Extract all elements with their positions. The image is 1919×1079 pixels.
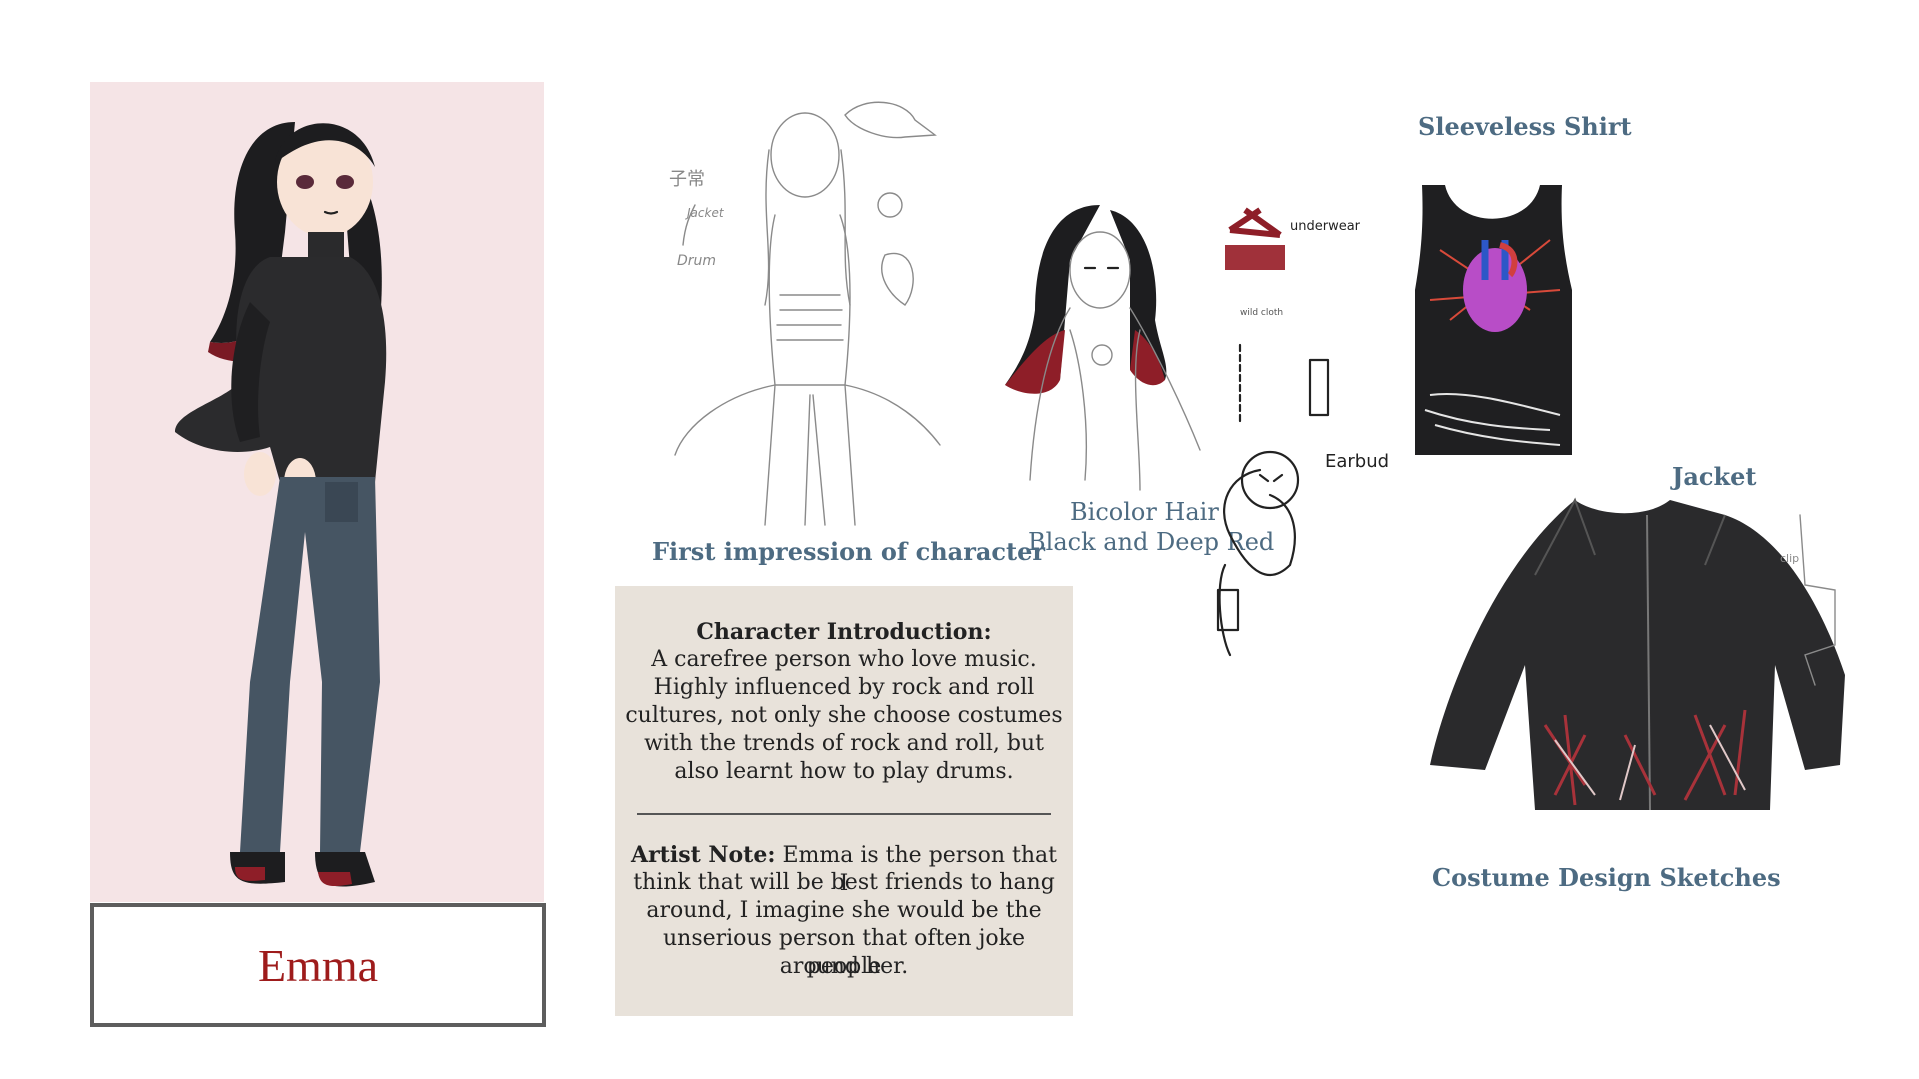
sketch-note-drum: Drum — [677, 253, 716, 269]
sketch-note-clip: clip — [1780, 552, 1799, 565]
character-portrait — [175, 122, 387, 887]
artist-note-heading: Artist Note: — [631, 842, 776, 868]
accessory-sketches: underwear wild cloth Earbud — [1216, 207, 1389, 657]
intro-heading: Character Introduction: — [696, 619, 992, 645]
character-name: Emma — [257, 939, 379, 991]
intro-line: A carefree person who love music. — [651, 647, 1037, 672]
character-intro-box: Character Introduction: A carefree perso… — [615, 586, 1073, 1016]
artist-note-line: think that will be best friends to hang — [633, 870, 1055, 895]
bicolor-label-line1: Bicolor Hair — [1070, 498, 1219, 526]
sketch-note-hanzi: 子常 — [669, 169, 705, 190]
bicolor-hair-sketch — [1005, 205, 1201, 491]
name-plate: Emma — [90, 903, 546, 1027]
section-divider — [637, 813, 1051, 815]
portrait-panel — [90, 82, 544, 902]
sleeveless-shirt-drawing — [1415, 185, 1572, 455]
intro-line: with the trends of rock and roll, but — [644, 731, 1044, 756]
intro-line: cultures, not only she choose costumes — [625, 703, 1063, 728]
sleeveless-label: Sleeveless Shirt — [1418, 112, 1632, 141]
first-impression-sketch: 子常 Jacket Drum — [669, 101, 941, 526]
first-impression-label: First impression of character — [652, 537, 1046, 566]
jacket-drawing: clip — [1430, 497, 1845, 811]
artist-note-line: around her. — [779, 954, 909, 979]
sketch-note-earbud: Earbud — [1325, 451, 1389, 472]
sketch-note-cloth: wild cloth — [1240, 308, 1283, 318]
jacket-label: Jacket — [1672, 462, 1757, 491]
intro-line: also learnt how to play drums. — [674, 759, 1014, 784]
artist-note-line: around, I imagine she would be the — [646, 898, 1042, 923]
costume-sketches-label: Costume Design Sketches — [1432, 863, 1781, 892]
intro-line: Highly influenced by rock and roll — [653, 675, 1035, 700]
sketch-note-underwear: underwear — [1290, 219, 1361, 234]
